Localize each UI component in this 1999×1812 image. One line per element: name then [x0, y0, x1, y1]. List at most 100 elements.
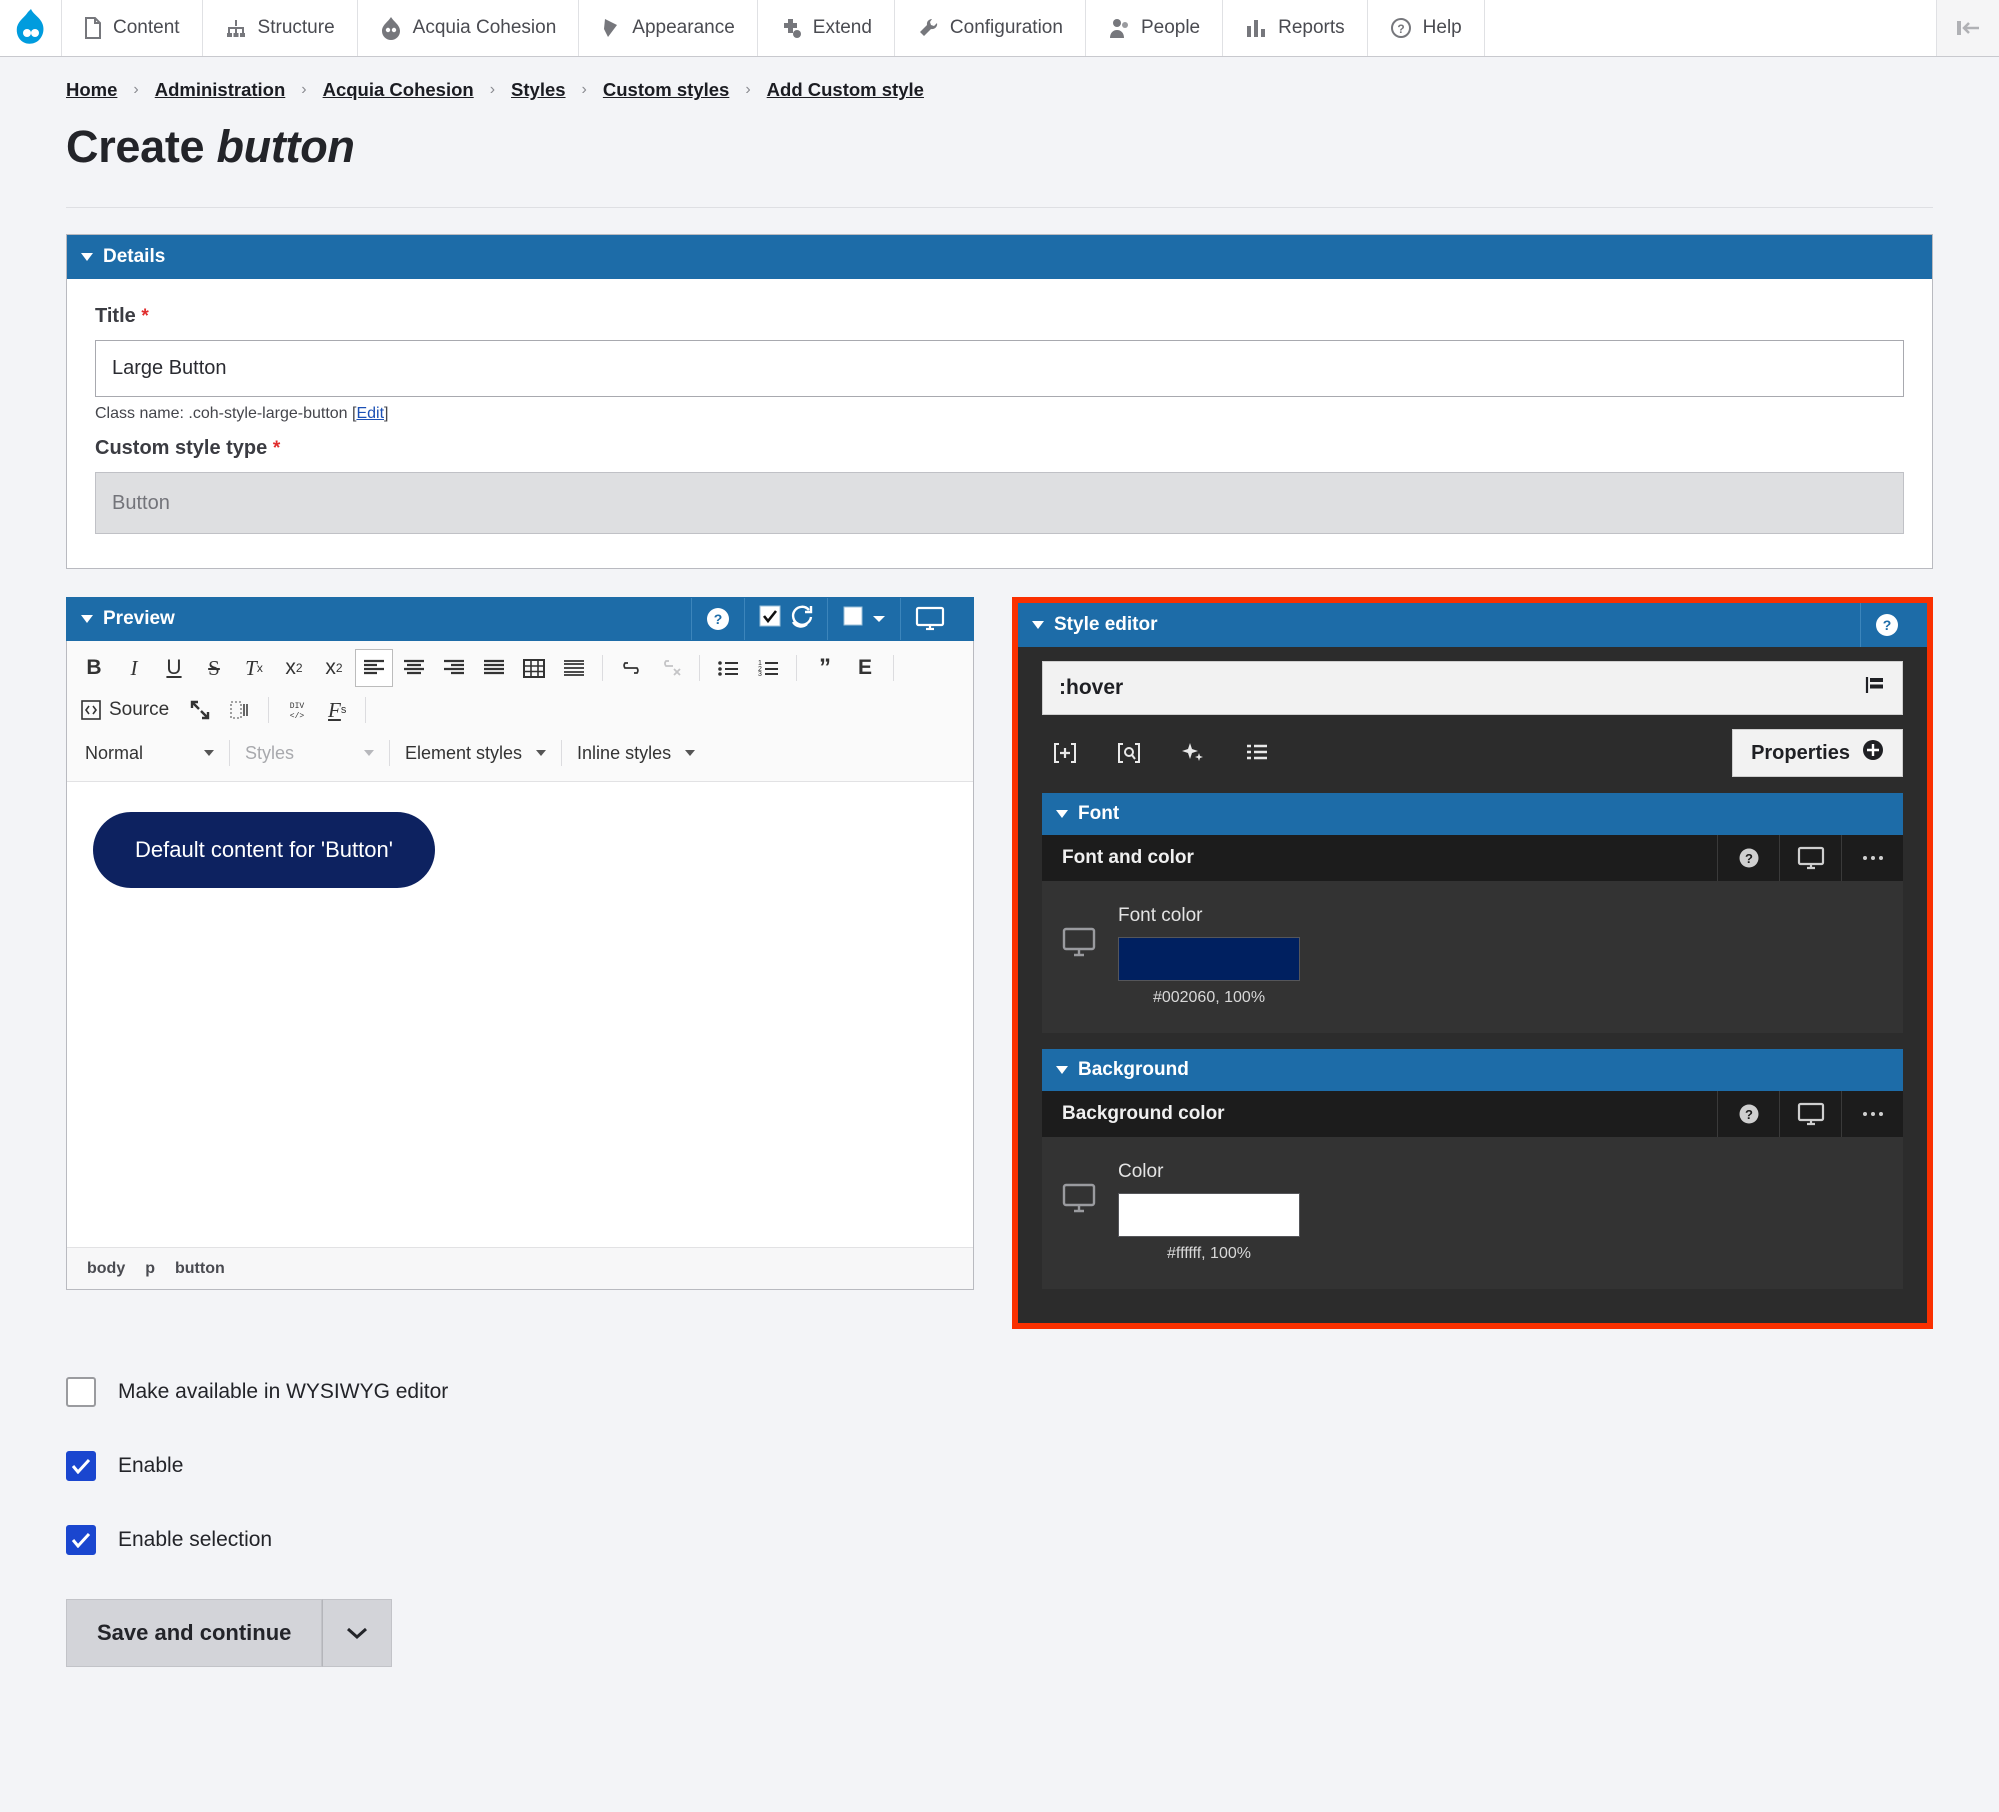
breadcrumb-item-administration[interactable]: Administration	[155, 79, 286, 101]
align-right-icon[interactable]	[435, 649, 473, 687]
class-name-description: Class name: .coh-style-large-button [Edi…	[95, 405, 1904, 423]
superscript-icon[interactable]: x2	[275, 649, 313, 687]
save-and-continue-button[interactable]: Save and continue	[66, 1599, 323, 1667]
add-state-icon[interactable]	[1042, 732, 1088, 774]
font-group-header[interactable]: Font	[1042, 793, 1903, 835]
breadcrumb-item-add-custom-style[interactable]: Add Custom style	[767, 79, 924, 101]
underline-icon[interactable]: U	[155, 649, 193, 687]
element-path-body[interactable]: body	[87, 1260, 125, 1278]
breadcrumb-item-styles[interactable]: Styles	[511, 79, 566, 101]
unlink-icon	[652, 649, 690, 687]
show-blocks-icon[interactable]	[221, 691, 259, 729]
preview-button-element[interactable]: Default content for 'Button'	[93, 812, 435, 888]
entity-icon[interactable]: E	[846, 649, 884, 687]
validate-checkbox-icon[interactable]	[759, 605, 781, 633]
help-icon[interactable]: ?	[1717, 1091, 1779, 1137]
drupal-logo[interactable]	[0, 0, 62, 56]
element-path-p[interactable]: p	[145, 1260, 155, 1278]
toolbar-separator	[365, 697, 367, 723]
details-section: Details Title * Class name: .coh-style-l…	[0, 208, 1999, 569]
toolbar-separator	[229, 740, 230, 766]
configuration-icon	[917, 17, 939, 39]
desktop-breakpoint-icon[interactable]	[1779, 835, 1841, 881]
element-path-button[interactable]: button	[175, 1260, 225, 1278]
italic-icon[interactable]: I	[115, 649, 153, 687]
custom-style-type-label-text: Custom style type	[95, 437, 268, 459]
styles-select[interactable]: Styles	[237, 735, 382, 771]
enable-checkbox[interactable]	[66, 1451, 96, 1481]
chevron-down-icon	[204, 750, 214, 756]
list-view-icon[interactable]	[1234, 732, 1280, 774]
admin-nav-content[interactable]: Content	[62, 0, 203, 56]
style-editor-help-icon[interactable]: ?	[1860, 603, 1913, 647]
numbered-list-icon[interactable]: 123	[749, 649, 787, 687]
background-color-field: Color #ffffff, 100%	[1042, 1137, 1903, 1289]
font-color-swatch[interactable]	[1118, 937, 1300, 981]
background-color-subsection-header: Background color ?	[1042, 1091, 1903, 1137]
background-group-header[interactable]: Background	[1042, 1049, 1903, 1091]
selector-menu-icon[interactable]	[1864, 674, 1886, 702]
align-left-icon[interactable]	[355, 649, 393, 687]
more-options-icon[interactable]	[1841, 1091, 1903, 1137]
align-justify-icon[interactable]	[475, 649, 513, 687]
link-icon[interactable]	[612, 649, 650, 687]
style-editor-panel-header[interactable]: Style editor ?	[1018, 603, 1927, 647]
make-available-wysiwyg-checkbox[interactable]	[66, 1377, 96, 1407]
help-icon: ?	[1390, 17, 1412, 39]
remove-format-icon[interactable]: Tx	[235, 649, 273, 687]
details-panel-header[interactable]: Details	[67, 235, 1932, 279]
maximize-icon[interactable]	[181, 691, 219, 729]
title-input[interactable]	[95, 340, 1904, 397]
preview-canvas[interactable]: Default content for 'Button'	[67, 782, 973, 1247]
selector-input[interactable]: :hover	[1042, 661, 1903, 715]
toolbar-separator	[561, 740, 563, 766]
chevron-down-icon[interactable]	[872, 608, 886, 630]
admin-nav-extend[interactable]: Extend	[757, 0, 895, 56]
bold-icon[interactable]: B	[75, 649, 113, 687]
breadcrumb-item-custom-styles[interactable]: Custom styles	[603, 79, 729, 101]
align-center-icon[interactable]	[395, 649, 433, 687]
enable-selection-checkbox[interactable]	[66, 1525, 96, 1555]
preview-background-color-picker[interactable]	[827, 598, 900, 640]
admin-nav-acquia-cohesion[interactable]: Acquia Cohesion	[357, 0, 580, 56]
admin-nav-appearance[interactable]: Appearance	[579, 0, 758, 56]
font-color-field: Font color #002060, 100%	[1042, 881, 1903, 1033]
blockquote-icon[interactable]: ”	[806, 649, 844, 687]
background-color-swatch[interactable]	[1118, 1193, 1300, 1237]
class-name-edit-link[interactable]: Edit	[356, 405, 384, 422]
breadcrumb-item-acquia-cohesion[interactable]: Acquia Cohesion	[323, 79, 474, 101]
admin-nav-structure[interactable]: Structure	[202, 0, 358, 56]
toolbar-separator	[893, 655, 894, 681]
strikethrough-icon[interactable]: S	[195, 649, 233, 687]
help-icon[interactable]: ?	[1717, 835, 1779, 881]
desktop-breakpoint-icon[interactable]	[1779, 1091, 1841, 1137]
save-dropdown-toggle[interactable]	[322, 1599, 393, 1667]
properties-button[interactable]: Properties	[1732, 729, 1903, 777]
background-color-swatch[interactable]	[842, 604, 864, 634]
desktop-breakpoint-icon[interactable]	[900, 598, 959, 640]
paragraph-format-select[interactable]: Normal	[77, 735, 222, 771]
subscript-icon[interactable]: x2	[315, 649, 353, 687]
table-icon[interactable]	[515, 649, 553, 687]
admin-nav-people[interactable]: People	[1085, 0, 1224, 56]
bulleted-list-icon[interactable]	[709, 649, 747, 687]
admin-nav-reports[interactable]: Reports	[1223, 0, 1368, 56]
breadcrumb-item-home[interactable]: Home	[66, 79, 117, 101]
inspect-selector-icon[interactable]	[1106, 732, 1152, 774]
preview-help-icon[interactable]: ?	[691, 598, 744, 640]
admin-nav-configuration[interactable]: Configuration	[894, 0, 1086, 56]
source-button[interactable]: Source	[75, 691, 179, 729]
admin-nav-help[interactable]: ? Help	[1367, 0, 1485, 56]
magic-styles-icon[interactable]	[1170, 732, 1216, 774]
collapse-toolbar-icon[interactable]	[1937, 0, 1999, 56]
admin-nav-help-label: Help	[1422, 17, 1462, 38]
styles-format-icon[interactable]: Fs	[318, 691, 356, 729]
preview-panel-header[interactable]: Preview ?	[66, 597, 974, 641]
div-container-icon[interactable]: DIV </>	[278, 691, 316, 729]
inline-styles-select[interactable]: Inline styles	[569, 735, 703, 771]
element-styles-select[interactable]: Element styles	[397, 735, 554, 771]
preview-validate-refresh-group[interactable]	[744, 598, 827, 640]
refresh-icon[interactable]	[789, 604, 813, 634]
more-options-icon[interactable]	[1841, 835, 1903, 881]
horizontal-rule-icon[interactable]	[555, 649, 593, 687]
